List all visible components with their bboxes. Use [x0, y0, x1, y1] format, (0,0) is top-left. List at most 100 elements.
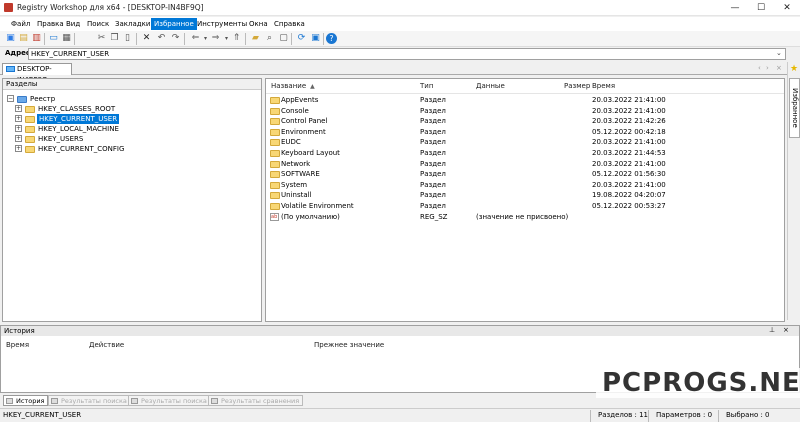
maximize-button[interactable]: ☐	[748, 0, 774, 16]
menu-search[interactable]: Поиск	[84, 18, 112, 30]
list-row[interactable]: System Раздел 20.03.2022 21:41:00	[266, 180, 784, 190]
column-header-name[interactable]: Название ▲	[271, 79, 315, 93]
menu-help[interactable]: Справка	[271, 18, 308, 30]
tab-search-results-1[interactable]: Результаты поиска 1	[48, 395, 138, 406]
cell-name: Network	[281, 159, 311, 168]
expand-icon[interactable]: +	[15, 135, 22, 142]
list-row[interactable]: AppEvents Раздел 20.03.2022 21:41:00	[266, 95, 784, 105]
cell-name: EUDC	[281, 138, 301, 147]
menu-bookmarks[interactable]: Закладки	[112, 18, 153, 30]
list-row[interactable]: Volatile Environment Раздел 05.12.2022 00:…	[266, 201, 784, 211]
favorites-side-tab[interactable]: Избранное	[789, 78, 800, 138]
computer-icon[interactable]: ▭	[48, 33, 59, 44]
address-bar: Адрес ⌄	[0, 47, 800, 61]
cut-icon[interactable]: ✂	[96, 33, 107, 44]
cell-type: Раздел	[420, 170, 446, 179]
tab-close-icon[interactable]: ×	[776, 64, 782, 72]
find-icon[interactable]: ⌕	[264, 33, 275, 44]
close-button[interactable]: ✕	[774, 0, 800, 16]
menu-file[interactable]: Файл	[8, 18, 33, 30]
column-header-data[interactable]: Данные	[476, 79, 505, 93]
folder-icon	[25, 136, 35, 143]
chevron-down-icon[interactable]: ⌄	[776, 49, 782, 57]
menu-windows[interactable]: Окна	[246, 18, 271, 30]
sort-ascending-icon: ▲	[310, 83, 315, 90]
document-tab[interactable]: DESKTOP-IN4BF9Q	[2, 63, 72, 84]
minimize-button[interactable]: —	[722, 0, 748, 16]
history-column-time[interactable]: Время	[6, 341, 29, 349]
cell-type: Раздел	[420, 117, 446, 126]
expand-icon[interactable]: +	[15, 115, 22, 122]
column-header-time[interactable]: Время	[592, 79, 615, 93]
tab-search-results-2[interactable]: Результаты поиска 2	[128, 395, 218, 406]
window-title: Registry Workshop для x64 - [DESKTOP-IN4…	[17, 3, 204, 12]
up-icon[interactable]: ⇑	[231, 33, 242, 44]
menu-tools[interactable]: Инструменты	[194, 18, 250, 30]
cell-time: 20.03.2022 21:44:53	[592, 149, 666, 157]
forward-icon[interactable]: ⇒	[210, 33, 221, 44]
tree-root-label: Реестр	[30, 95, 56, 103]
string-value-icon: ab	[270, 212, 279, 221]
compare-results-icon	[211, 398, 218, 404]
connect-icon[interactable]: ▦	[61, 33, 72, 44]
history-column-action[interactable]: Действие	[89, 341, 124, 349]
properties-icon[interactable]: ▢	[278, 33, 289, 44]
app-icon	[4, 3, 13, 12]
toolbar-separator	[184, 33, 185, 45]
help-icon[interactable]: ?	[326, 33, 337, 44]
tab-prev-icon[interactable]: ‹	[758, 64, 761, 72]
folder-icon	[270, 171, 280, 179]
pin-icon[interactable]: ⊥	[769, 326, 775, 334]
cell-time: 05.12.2022 00:42:18	[592, 127, 666, 136]
star-icon: ★	[790, 64, 799, 74]
expand-icon[interactable]: +	[15, 125, 22, 132]
list-row[interactable]: EUDC Раздел 20.03.2022 21:41:00	[266, 137, 784, 147]
paste-icon[interactable]: ▯	[122, 33, 133, 44]
toolbar: ▣ ▤ ▥ ▭ ▦ ✂ ❐ ▯ ✕ ↶ ↷ ⇐ ▾ ⇒ ▾ ⇑ ▰ ⌕ ▢ ⟳ …	[0, 31, 800, 47]
delete-icon[interactable]: ✕	[141, 33, 152, 44]
save-icon[interactable]: ▤	[18, 33, 29, 44]
list-row[interactable]: ab (По умолчанию) REG_SZ (значение не присв…	[266, 212, 784, 222]
cell-time: 05.12.2022 00:53:27	[592, 202, 666, 210]
collapse-icon[interactable]: −	[7, 95, 14, 102]
menu-favorites[interactable]: Избранное	[151, 18, 197, 30]
tab-next-icon[interactable]: ›	[766, 64, 769, 72]
new-folder-icon[interactable]: ▰	[250, 33, 261, 44]
menu-view[interactable]: Вид	[63, 18, 83, 30]
favorites-side-panel: ★ Избранное	[787, 62, 800, 320]
list-row[interactable]: Network Раздел 20.03.2022 21:41:00	[266, 159, 784, 169]
tree-item-label: HKEY_USERS	[38, 135, 84, 143]
expand-icon[interactable]: +	[15, 105, 22, 112]
menu-edit[interactable]: Правка	[34, 18, 67, 30]
compare-icon[interactable]: ▣	[310, 33, 321, 44]
address-input[interactable]	[28, 48, 786, 60]
column-header-size[interactable]: Размер	[564, 79, 590, 93]
list-row[interactable]: Uninstall Раздел 19.08.2022 04:20:07	[266, 190, 784, 200]
bookmark-icon[interactable]: ▥	[31, 33, 42, 44]
toolbar-separator	[74, 33, 75, 45]
tab-history[interactable]: История	[3, 395, 49, 406]
close-icon[interactable]: ×	[783, 326, 789, 334]
toolbar-separator	[291, 33, 292, 45]
expand-icon[interactable]: +	[15, 145, 22, 152]
history-column-old-value[interactable]: Прежнее значение	[314, 341, 384, 349]
refresh-icon[interactable]: ⟳	[296, 33, 307, 44]
folder-icon	[270, 192, 280, 200]
list-row[interactable]: Control Panel Раздел 20.03.2022 21:42:26	[266, 116, 784, 126]
open-icon[interactable]: ▣	[5, 33, 16, 44]
copy-icon[interactable]: ❐	[109, 33, 120, 44]
tab-compare-results[interactable]: Результаты сравнения	[208, 395, 304, 406]
list-row[interactable]: Keyboard Layout Раздел 20.03.2022 21:44:53	[266, 148, 784, 158]
list-row[interactable]: Console Раздел 20.03.2022 21:41:00	[266, 106, 784, 116]
undo-icon[interactable]: ↶	[156, 33, 167, 44]
list-row[interactable]: SOFTWARE Раздел 05.12.2022 01:56:30	[266, 169, 784, 179]
folder-icon	[270, 97, 280, 104]
toolbar-separator	[44, 33, 45, 45]
cell-time: 20.03.2022 21:41:00	[592, 106, 666, 115]
cell-type: Раздел	[420, 202, 446, 210]
column-header-type[interactable]: Тип	[420, 79, 433, 93]
redo-icon[interactable]: ↷	[170, 33, 181, 44]
list-row[interactable]: Environment Раздел 05.12.2022 00:42:18	[266, 127, 784, 137]
watermark: PCPROGS.NET	[596, 368, 800, 398]
document-tabs: DESKTOP-IN4BF9Q ‹ › ×	[0, 62, 787, 84]
